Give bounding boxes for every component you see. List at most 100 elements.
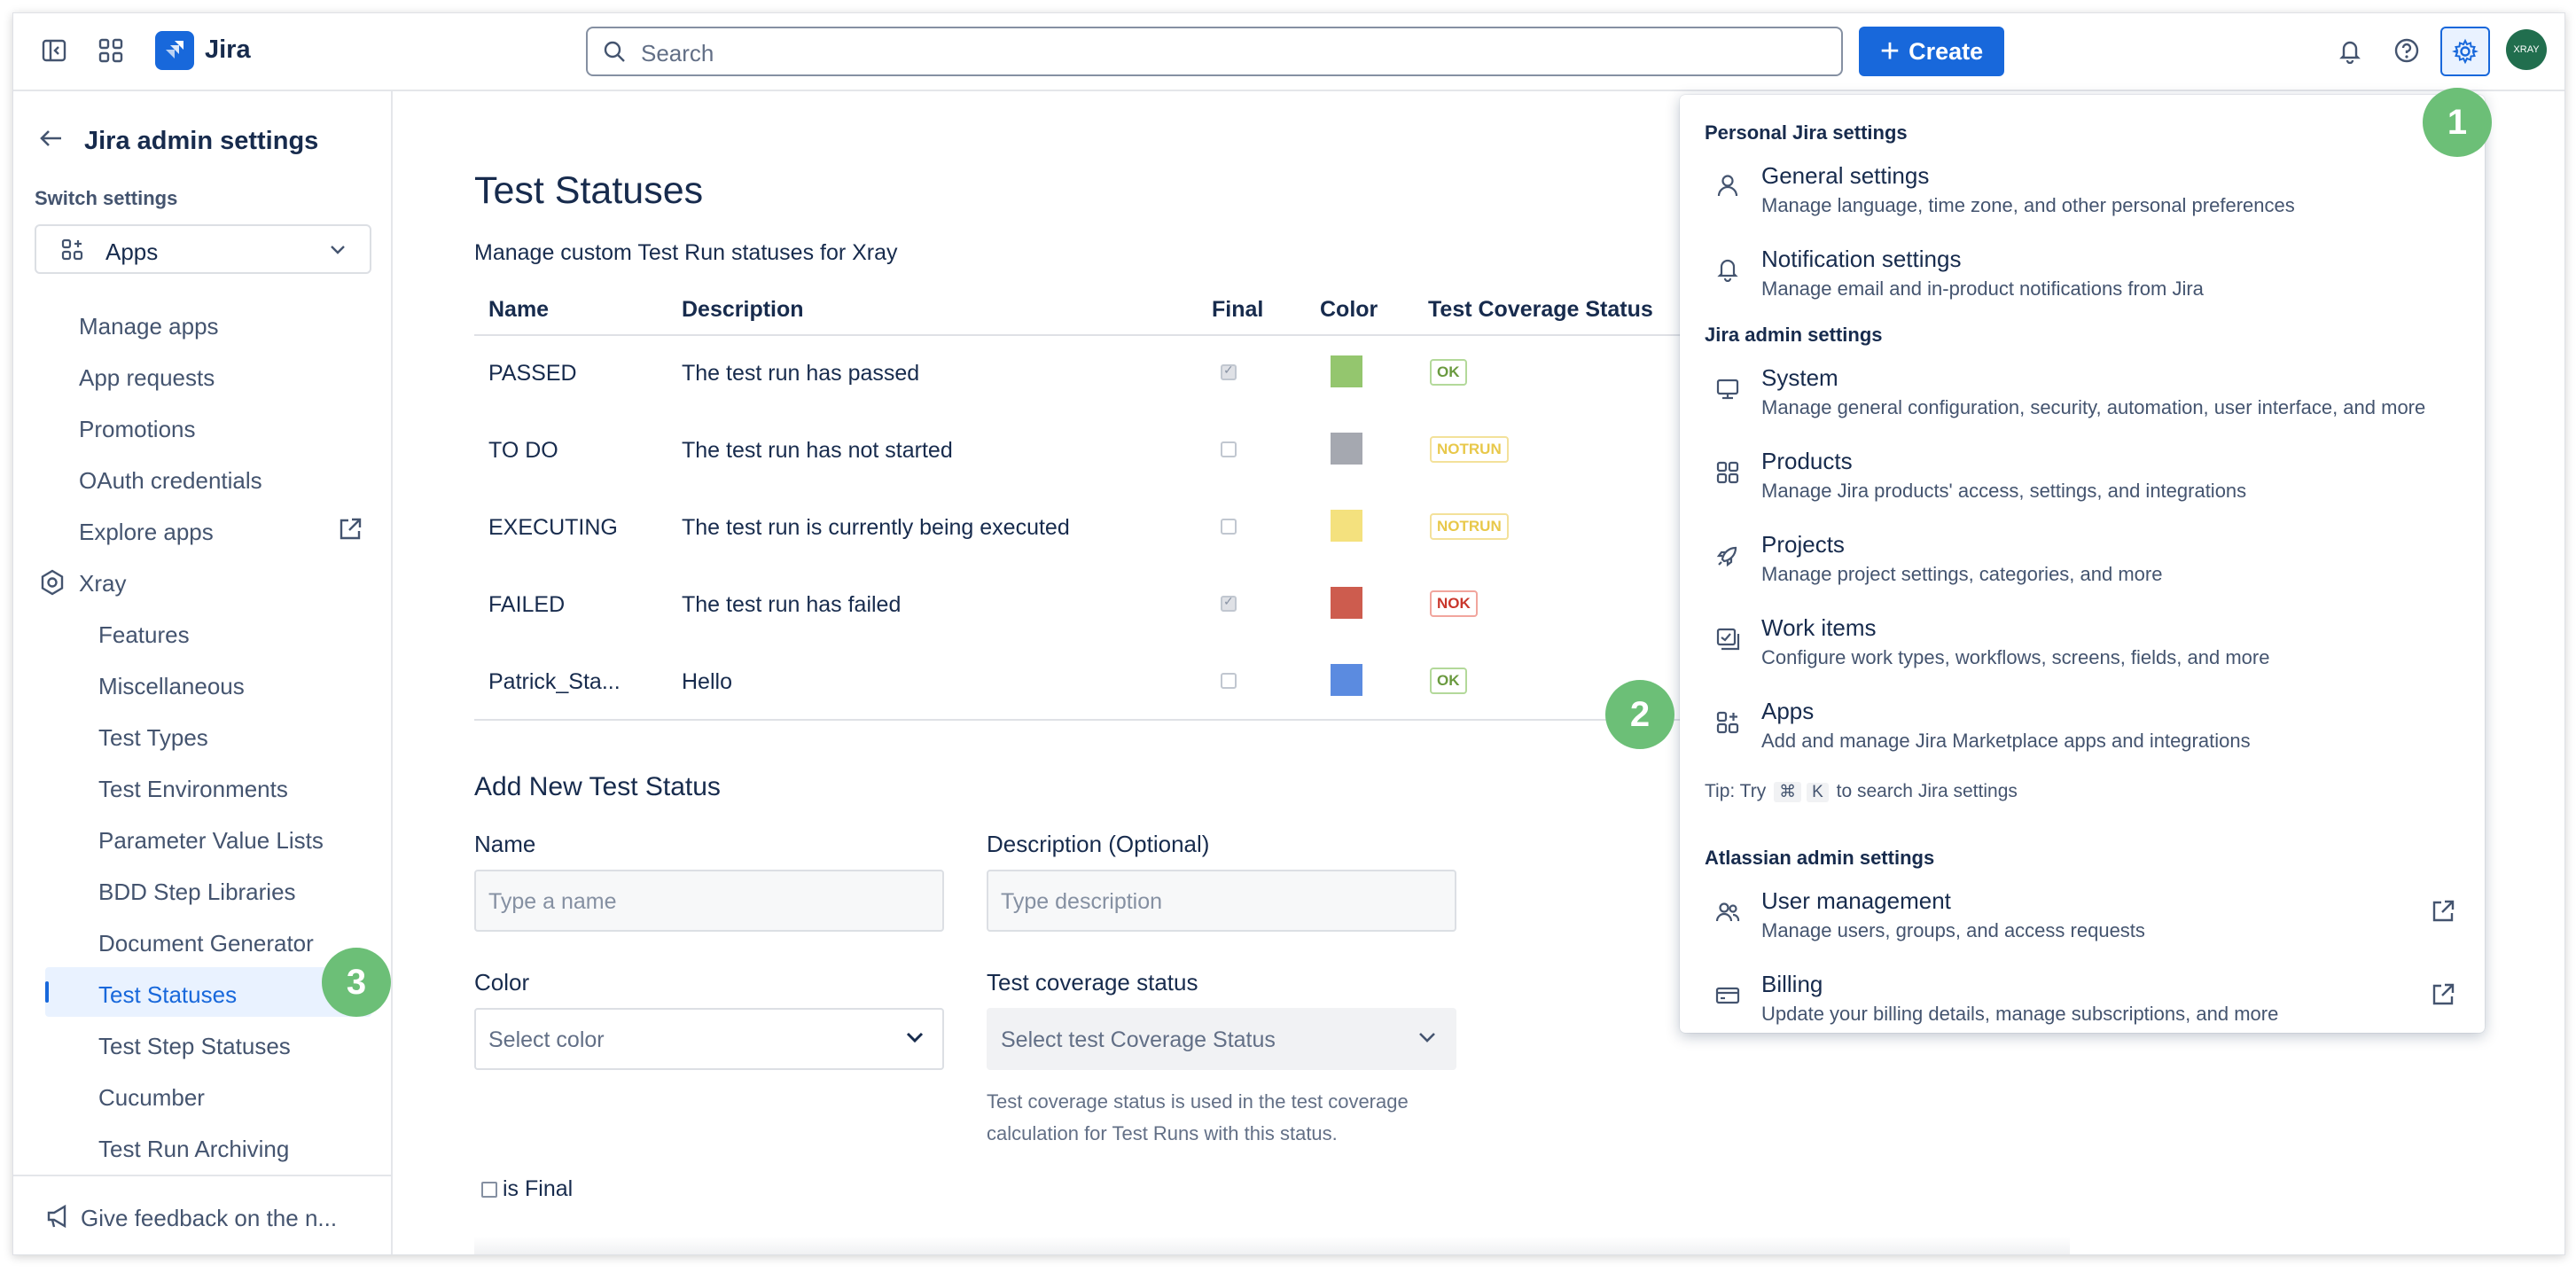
app-name[interactable]: Jira (205, 35, 251, 65)
search-placeholder: Search (641, 40, 714, 66)
is-final-label: is Final (503, 1176, 574, 1201)
menu-item-description: Manage project settings, categories, and… (1761, 563, 2163, 585)
row-description: The test run is currently being executed (682, 515, 1070, 540)
menu-item-title: Billing (1761, 971, 1823, 997)
menu-item-title: Work items (1761, 614, 1877, 641)
back-arrow-icon[interactable] (36, 123, 66, 158)
sidebar-divider (13, 1175, 391, 1176)
row-final-checkbox (1221, 594, 1237, 612)
app-switcher-icon[interactable] (91, 31, 130, 70)
switch-settings-select[interactable]: Apps (35, 224, 371, 274)
menu-item-title: User management (1761, 887, 1951, 914)
search-icon (604, 41, 625, 62)
tip-prefix: Tip: Try (1705, 781, 1767, 801)
app-window: Jira Search + Create XRAY Jira admin set… (12, 12, 2565, 1255)
sidebar-item-bdd-step-libraries[interactable]: BDD Step Libraries (98, 879, 296, 906)
external-link-icon[interactable] (2430, 898, 2456, 925)
help-icon[interactable] (2387, 31, 2426, 70)
external-link-icon[interactable] (336, 515, 364, 543)
search-input[interactable]: Search (586, 27, 1843, 76)
row-name[interactable]: TO DO (488, 438, 558, 464)
name-input[interactable]: Type a name (474, 870, 944, 932)
tip-suffix: to search Jira settings (1836, 781, 2018, 801)
is-final-checkbox[interactable]: is Final (481, 1176, 573, 1202)
coverage-lozenge-notrun: NOTRUN (1430, 513, 1509, 540)
create-button-label: Create (1909, 37, 1984, 65)
menu-item-description: Add and manage Jira Marketplace apps and… (1761, 730, 2251, 752)
sidebar-item-test-environments[interactable]: Test Environments (98, 776, 288, 803)
sidebar-item-explore-apps[interactable]: Explore apps (79, 519, 214, 546)
gear-icon (2452, 38, 2478, 65)
table-header-divider (474, 334, 1804, 336)
step-badge-1: 1 (2423, 88, 2492, 157)
menu-item-title: System (1761, 364, 1838, 391)
sidebar-item-test-run-archiving[interactable]: Test Run Archiving (98, 1136, 289, 1163)
row-name[interactable]: FAILED (488, 592, 565, 618)
step-badge-2: 2 (1605, 680, 1674, 749)
jira-logo-icon[interactable] (155, 31, 194, 70)
row-name[interactable]: Patrick_Sta... (488, 669, 621, 695)
menu-item-title: Notification settings (1761, 246, 1962, 272)
coverage-help-text: Test coverage status is used in the test… (987, 1090, 1409, 1144)
chevron-down-icon (1419, 1033, 1435, 1043)
menu-item-description: Manage Jira products' access, settings, … (1761, 480, 2247, 502)
sidebar-item-xray[interactable]: Xray (79, 570, 126, 597)
description-input[interactable]: Type description (987, 870, 1456, 932)
sidebar-item-document-generator[interactable]: Document Generator (98, 930, 314, 957)
sidebar-item-promotions[interactable]: Promotions (79, 416, 196, 443)
menu-item-title: General settings (1761, 162, 1930, 189)
sidebar-item-cucumber[interactable]: Cucumber (98, 1084, 205, 1112)
work-items-icon (1712, 623, 1744, 655)
name-field-label: Name (474, 831, 536, 857)
sidebar-item-test-types[interactable]: Test Types (98, 724, 208, 752)
row-final-checkbox (1221, 441, 1237, 457)
page-subtitle: Manage custom Test Run statuses for Xray (474, 240, 898, 265)
name-placeholder: Type a name (488, 889, 617, 914)
row-final-checkbox (1221, 363, 1237, 380)
coverage-select[interactable]: Select test Coverage Status (987, 1008, 1456, 1070)
row-description: Hello (682, 669, 732, 694)
sidebar-item-parameter-value-lists[interactable]: Parameter Value Lists (98, 827, 324, 855)
menu-item-description: Configure work types, workflows, screens… (1761, 646, 2270, 668)
chevron-down-icon (331, 246, 345, 254)
monitor-icon (1712, 373, 1744, 405)
sidebar-item-oauth-credentials[interactable]: OAuth credentials (79, 467, 262, 495)
row-name[interactable]: EXECUTING (488, 515, 618, 541)
megaphone-icon (47, 1204, 66, 1229)
coverage-lozenge-ok: OK (1430, 668, 1467, 694)
give-feedback-link[interactable]: Give feedback on the n... (81, 1205, 337, 1232)
personal-settings-heading: Personal Jira settings (1705, 121, 1908, 144)
notifications-bell-icon[interactable] (2330, 31, 2369, 70)
add-status-title: Add New Test Status (474, 772, 721, 801)
menu-item-description: Update your billing details, manage subs… (1761, 1003, 2279, 1025)
sidebar-toggle-icon[interactable] (35, 31, 74, 70)
create-button[interactable]: + Create (1859, 27, 2004, 76)
external-link-icon[interactable] (2430, 981, 2456, 1008)
column-header-name: Name (488, 297, 550, 322)
column-header-coverage: Test Coverage Status (1428, 297, 1653, 322)
chevron-down-icon (906, 1032, 924, 1043)
row-name[interactable]: PASSED (488, 361, 577, 387)
row-color-swatch (1331, 664, 1362, 696)
user-avatar[interactable]: XRAY (2506, 29, 2547, 70)
menu-item-title: Products (1761, 448, 1853, 474)
sidebar-item-app-requests[interactable]: App requests (79, 364, 215, 392)
tip-key-k: K (1807, 783, 1829, 802)
products-grid-icon (1712, 457, 1744, 488)
sidebar-item-test-step-statuses[interactable]: Test Step Statuses (98, 1033, 291, 1060)
coverage-field-label: Test coverage status (987, 969, 1198, 996)
people-icon (1712, 896, 1744, 928)
settings-gear-button[interactable] (2440, 27, 2490, 76)
sidebar-item-miscellaneous[interactable]: Miscellaneous (98, 673, 245, 700)
sidebar-item-test-statuses[interactable]: Test Statuses (98, 981, 237, 1009)
row-description: The test run has not started (682, 438, 953, 463)
color-select[interactable]: Select color (474, 1008, 944, 1070)
checkbox-box[interactable] (481, 1181, 497, 1198)
sidebar-item-manage-apps[interactable]: Manage apps (79, 313, 219, 340)
keyboard-tip: Tip: Try ⌘ K to search Jira settings (1705, 781, 2018, 802)
sidebar-item-features[interactable]: Features (98, 621, 190, 649)
apps-icon (1712, 707, 1744, 738)
xray-hexagon-icon (41, 569, 64, 596)
credit-card-icon (1712, 980, 1744, 1011)
menu-item-description: Manage language, time zone, and other pe… (1761, 194, 2295, 216)
